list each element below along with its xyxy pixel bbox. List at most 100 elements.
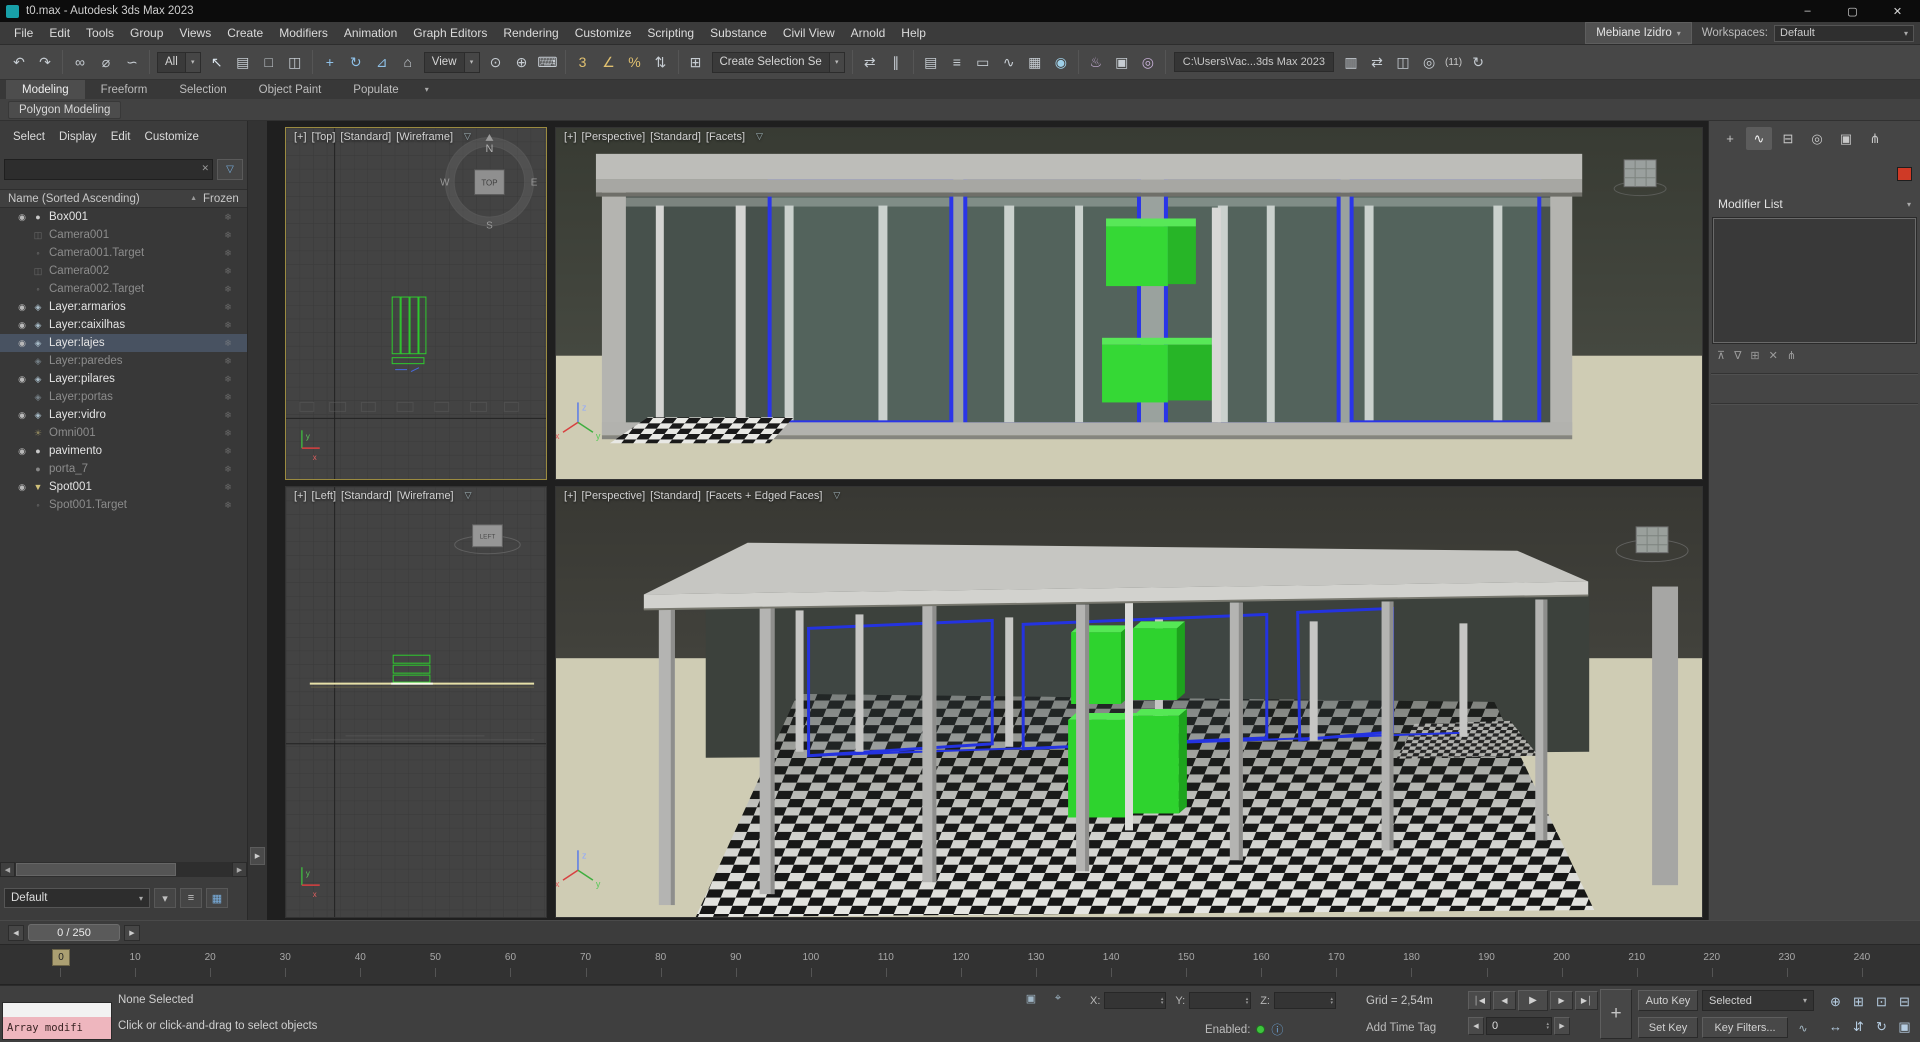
explorer-horizontal-scrollbar[interactable]: ◀ ▶ — [0, 862, 247, 877]
curve-editor-icon[interactable]: ∿ — [996, 49, 1022, 75]
viewport-layout-icon[interactable]: ◫ — [1390, 49, 1416, 75]
minimize-button[interactable]: – — [1785, 0, 1830, 22]
frozen-icon[interactable]: ❄ — [209, 356, 247, 367]
macro-recorder-pane[interactable]: Array modifi — [3, 1017, 111, 1039]
viewport-perspective-facets[interactable]: z x y [+] [Perspective] [Standard] [Face… — [555, 127, 1703, 480]
info-icon[interactable]: ⓘ — [1271, 1021, 1283, 1038]
explorer-menu-customize[interactable]: Customize — [138, 129, 206, 145]
clear-search-icon[interactable]: ✕ — [201, 163, 209, 174]
create-key-button[interactable]: + — [1600, 989, 1632, 1039]
ribbon-tab-object-paint[interactable]: Object Paint — [243, 80, 338, 99]
toggle-ribbon-icon[interactable]: ▭ — [970, 49, 996, 75]
frozen-icon[interactable]: ❄ — [209, 284, 247, 295]
menu-views[interactable]: Views — [171, 23, 219, 43]
workspace-switch-icon[interactable]: ⇄ — [1364, 49, 1390, 75]
rendered-frame-window-icon[interactable]: ▣ — [1109, 49, 1135, 75]
coord-field-y[interactable]: ▴ ▾ — [1189, 992, 1252, 1009]
material-editor-icon[interactable]: ◉ — [1048, 49, 1074, 75]
spinner-snap-icon[interactable]: ⇅ — [648, 49, 674, 75]
menu-modifiers[interactable]: Modifiers — [271, 23, 336, 43]
frozen-icon[interactable]: ❄ — [209, 464, 247, 475]
undo-icon[interactable]: ↶ — [6, 49, 32, 75]
menu-file[interactable]: File — [6, 23, 41, 43]
percent-snap-icon[interactable]: % — [622, 49, 648, 75]
open-in-explorer-icon[interactable]: ▥ — [1338, 49, 1364, 75]
configure-modifier-sets-icon[interactable]: ⋔ — [1787, 349, 1796, 362]
ribbon-tab-modeling[interactable]: Modeling — [6, 80, 85, 99]
menu-scripting[interactable]: Scripting — [639, 23, 702, 43]
menu-customize[interactable]: Customize — [567, 23, 640, 43]
select-and-rotate-icon[interactable]: ↻ — [343, 49, 369, 75]
menu-group[interactable]: Group — [122, 23, 171, 43]
scrollbar-track[interactable] — [15, 862, 232, 877]
set-key-button[interactable]: Set Key — [1638, 1017, 1698, 1038]
viewport-menu-plus[interactable]: [+] — [294, 131, 307, 143]
viewport-top[interactable]: TOP N W E S y x [+] [Top] [Standard] [Wi… — [285, 127, 547, 480]
select-and-move-icon[interactable]: + — [317, 49, 343, 75]
select-and-place-icon[interactable]: ⌂ — [395, 49, 421, 75]
schematic-view-icon[interactable]: ▦ — [1022, 49, 1048, 75]
scene-item-layer-paredes[interactable]: ◈ Layer:paredes ❄ — [0, 352, 247, 370]
frozen-icon[interactable]: ❄ — [209, 500, 247, 511]
play-button[interactable]: ▶ — [1518, 990, 1548, 1011]
viewport-menu-view[interactable]: [Left] — [312, 490, 336, 502]
viewport-menu-shading[interactable]: [Wireframe] — [397, 490, 454, 502]
utilities-tab[interactable]: ⋔ — [1862, 127, 1888, 150]
visibility-eye-icon[interactable]: ◉ — [14, 320, 30, 331]
coord-field-z[interactable]: ▴ ▾ — [1273, 992, 1336, 1009]
viewport-left[interactable]: LEFT y x [+] [Left] [Standard] [Wirefram… — [285, 486, 547, 918]
viewport-menu-plus[interactable]: [+] — [564, 131, 577, 143]
menu-graph-editors[interactable]: Graph Editors — [405, 23, 495, 43]
selection-filter-dropdown[interactable]: All ▾ — [157, 51, 201, 73]
create-tab[interactable]: + — [1717, 127, 1743, 150]
viewport-menu-plus[interactable]: [+] — [564, 490, 577, 502]
pan-view-icon[interactable]: ↔ — [1824, 1014, 1847, 1039]
close-button[interactable]: ✕ — [1875, 0, 1920, 22]
modifier-list-dropdown[interactable]: Modifier List ▾ — [1713, 194, 1916, 214]
selection-lock-icon[interactable]: ▣ — [1022, 992, 1040, 1005]
frozen-icon[interactable]: ❄ — [209, 482, 247, 493]
remove-modifier-icon[interactable]: ✕ — [1769, 349, 1778, 362]
scrollbar-thumb[interactable] — [16, 863, 176, 876]
scene-item-layer-caixilhas[interactable]: ◉ ◈ Layer:caixilhas ❄ — [0, 316, 247, 334]
key-filters-button[interactable]: Key Filters... — [1702, 1017, 1788, 1038]
coord-field-x[interactable]: ▴ ▾ — [1104, 992, 1167, 1009]
select-and-link-icon[interactable]: ∞ — [67, 49, 93, 75]
visibility-eye-icon[interactable]: ◉ — [14, 482, 30, 493]
explorer-menu-display[interactable]: Display — [52, 129, 104, 145]
snaps-toggle-icon[interactable]: 3 — [570, 49, 596, 75]
object-color-swatch[interactable] — [1897, 167, 1912, 181]
maximize-button[interactable]: ▢ — [1830, 0, 1875, 22]
go-to-start-button[interactable]: │◀ — [1468, 991, 1491, 1010]
frozen-icon[interactable]: ❄ — [209, 230, 247, 241]
explorer-column-header[interactable]: Name (Sorted Ascending) ▲ Frozen — [0, 189, 247, 208]
scene-item-layer-vidro[interactable]: ◉ ◈ Layer:vidro ❄ — [0, 406, 247, 424]
frozen-icon[interactable]: ❄ — [209, 428, 247, 439]
mirror-icon[interactable]: ⇄ — [857, 49, 883, 75]
selection-set-dropdown[interactable]: Selected ▾ — [1702, 990, 1814, 1011]
frozen-icon[interactable]: ❄ — [209, 320, 247, 331]
viewport-menu-view[interactable]: [Top] — [312, 131, 336, 143]
visibility-eye-icon[interactable]: ◉ — [14, 212, 30, 223]
viewport-menu-standard[interactable]: [Standard] — [650, 490, 701, 502]
mini-curve-editor-icon[interactable]: ∿ — [1794, 1019, 1812, 1037]
orbit-icon[interactable]: ↻ — [1870, 1014, 1893, 1039]
viewport-menu-standard[interactable]: [Standard] — [341, 490, 392, 502]
workspace-tab[interactable]: Mebiane Izidro ▾ — [1585, 22, 1692, 44]
viewport-menu-shading[interactable]: [Facets] — [706, 131, 745, 143]
viewport-menu-view[interactable]: [Perspective] — [582, 490, 646, 502]
scene-item-pavimento[interactable]: ◉ ● pavimento ❄ — [0, 442, 247, 460]
scene-item-layer-portas[interactable]: ◈ Layer:portas ❄ — [0, 388, 247, 406]
scene-item-porta-7[interactable]: ● porta_7 ❄ — [0, 460, 247, 478]
edit-named-selection-sets-icon[interactable]: ⊞ — [683, 49, 709, 75]
ribbon-tab-selection[interactable]: Selection — [163, 80, 242, 99]
walk-through-icon[interactable]: ⇵ — [1847, 1014, 1870, 1039]
maxscript-mini-listener[interactable]: Array modifi — [2, 1002, 112, 1040]
menu-tools[interactable]: Tools — [78, 23, 122, 43]
viewport-filter-icon[interactable]: ▽ — [756, 131, 763, 143]
zoom-all-icon[interactable]: ⊞ — [1847, 989, 1870, 1014]
scene-item-box001[interactable]: ◉ ● Box001 ❄ — [0, 208, 247, 226]
frame-forward-icon[interactable]: ▶ — [1554, 1017, 1570, 1035]
select-by-name-icon[interactable]: ▤ — [230, 49, 256, 75]
frozen-icon[interactable]: ❄ — [209, 446, 247, 457]
